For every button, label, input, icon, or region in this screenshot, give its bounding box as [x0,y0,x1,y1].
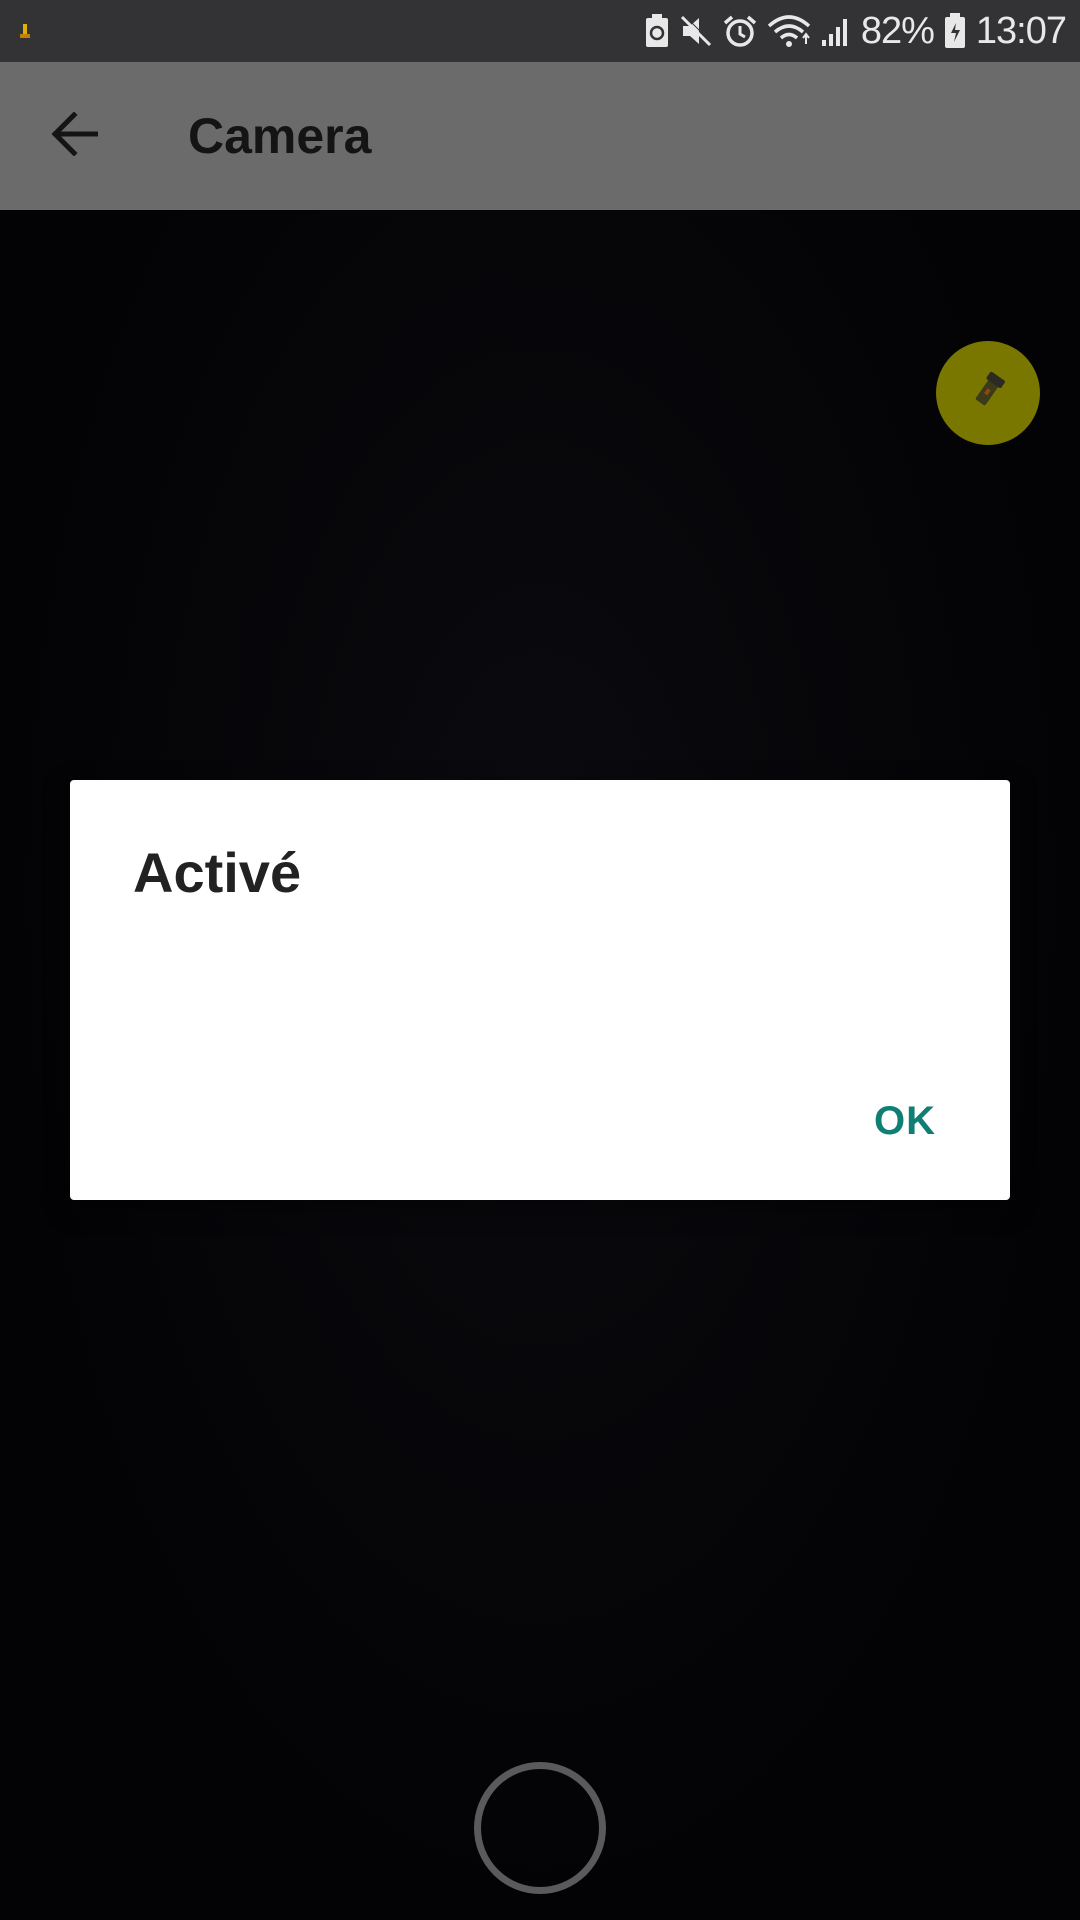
status-right: 82% 13:07 [645,9,1067,53]
app-bar: Camera [0,62,1080,210]
clock-time: 13:07 [975,9,1067,52]
alert-dialog: Activé OK [70,780,1010,1200]
ok-button[interactable]: OK [860,1089,950,1154]
mute-icon [679,15,713,47]
notification-icon [18,22,32,40]
battery-icon [944,13,966,49]
shutter-button[interactable] [474,1762,606,1894]
flashlight-icon [966,369,1010,418]
signal-icon [821,14,851,48]
battery-saver-icon [645,14,669,48]
back-button[interactable] [0,62,148,210]
status-left [18,22,32,40]
page-title: Camera [188,108,372,164]
camera-screen: 82% 13:07 Camera Activé OK [0,0,1080,1920]
status-bar: 82% 13:07 [0,0,1080,62]
dialog-title: Activé [133,841,302,904]
arrow-back-icon [50,110,99,161]
battery-percent: 82% [860,9,935,52]
alarm-icon [723,14,757,48]
flashlight-button[interactable] [936,341,1040,445]
wifi-icon [767,14,811,48]
